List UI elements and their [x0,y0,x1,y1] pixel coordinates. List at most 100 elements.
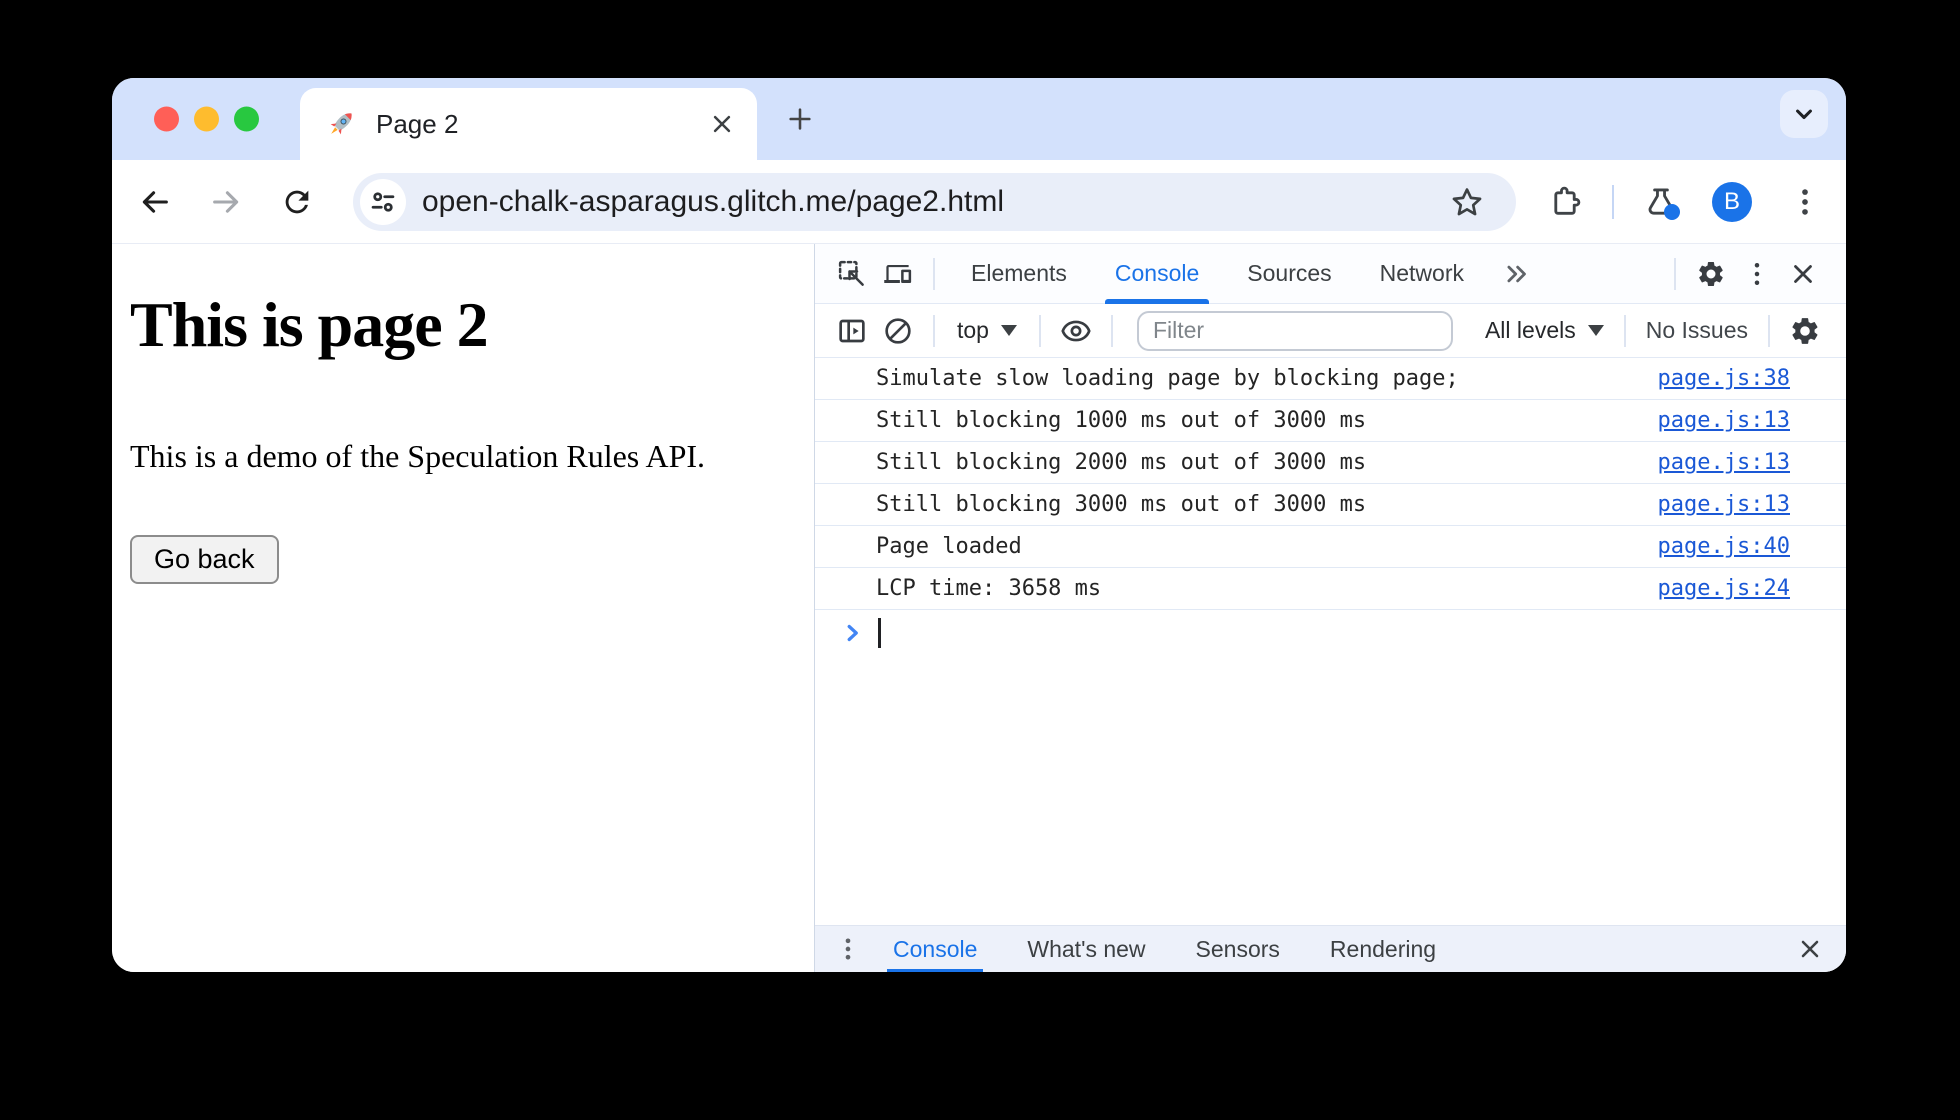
browser-toolbar: open-chalk-asparagus.glitch.me/page2.htm… [112,160,1846,244]
experiments-button[interactable] [1638,179,1684,225]
content-area: This is page 2 This is a demo of the Spe… [112,244,1846,972]
issues-counter[interactable]: No Issues [1638,317,1756,344]
extensions-button[interactable] [1542,179,1588,225]
source-link[interactable]: page.js:24 [1658,576,1790,601]
url-text[interactable]: open-chalk-asparagus.glitch.me/page2.htm… [422,185,1450,219]
address-bar[interactable]: open-chalk-asparagus.glitch.me/page2.htm… [353,172,1516,231]
drawer-tab-rendering[interactable]: Rendering [1324,926,1442,973]
tab-label: Console [893,935,978,962]
browser-tab[interactable]: Page 2 [300,88,757,160]
console-prompt[interactable] [815,610,1846,656]
console-sidebar-button[interactable] [829,308,875,354]
drawer-tab-console[interactable]: Console [887,926,984,972]
console-message: Still blocking 2000 ms out of 3000 ms pa… [815,442,1846,484]
toolbar-divider [1612,184,1614,219]
kebab-menu-icon [1802,188,1808,215]
tab-label: Network [1379,260,1464,286]
browser-menu-button[interactable] [1782,179,1828,225]
site-settings-icon [371,191,395,212]
forward-button[interactable] [203,179,249,225]
site-settings-button[interactable] [360,178,406,225]
devtools-tab-network[interactable]: Network [1370,244,1474,304]
execution-context-selector[interactable]: top [947,317,1027,344]
live-expression-button[interactable] [1053,308,1099,354]
devtools-tab-elements[interactable]: Elements [961,244,1077,304]
web-page: This is page 2 This is a demo of the Spe… [112,244,814,972]
device-toolbar-button[interactable] [875,251,921,297]
console-toolbar: top All levels [815,304,1846,358]
message-text: Simulate slow loading page by blocking p… [876,366,1459,391]
devtools-divider [933,314,935,347]
tab-label: Rendering [1329,935,1437,962]
devtools-tab-console[interactable]: Console [1104,244,1210,304]
device-toolbar-icon [884,264,912,283]
drawer-tab-whats-new[interactable]: What's new [1021,926,1151,973]
new-tab-button[interactable] [776,95,824,143]
drawer-close-button[interactable] [1790,929,1830,969]
inspect-element-button[interactable] [829,251,875,297]
drawer-menu-button[interactable] [828,929,868,969]
console-filter-input[interactable] [1136,310,1453,351]
tab-title: Page 2 [376,108,459,139]
clear-console-icon [885,317,911,344]
minimize-window-button[interactable] [194,106,219,132]
close-window-button[interactable] [154,106,179,132]
text-cursor [878,618,881,648]
page-paragraph: This is a demo of the Speculation Rules … [130,438,706,474]
page-heading: This is page 2 [130,289,489,360]
source-link[interactable]: page.js:13 [1658,492,1790,517]
kebab-menu-icon [845,938,851,960]
devtools-close-button[interactable] [1780,251,1826,297]
go-back-button[interactable]: Go back [130,535,279,584]
tab-label: Sensors [1195,935,1280,962]
tab-search-button[interactable] [1780,90,1828,138]
console-messages: Simulate slow loading page by blocking p… [815,358,1846,925]
message-text: Still blocking 3000 ms out of 3000 ms [876,492,1367,517]
devtools-settings-button[interactable] [1688,251,1734,297]
source-link[interactable]: page.js:13 [1658,408,1790,433]
devtools-divider [933,257,935,290]
message-text: Still blocking 2000 ms out of 3000 ms [876,450,1367,475]
kebab-menu-icon [1754,262,1760,285]
back-arrow-icon [142,190,168,213]
message-text: LCP time: 3658 ms [876,576,1102,601]
back-button[interactable] [132,179,178,225]
levels-label: All levels [1484,317,1576,343]
dropdown-caret-icon [1000,325,1017,336]
inspect-cursor-icon [838,260,864,286]
devtools-tab-sources[interactable]: Sources [1237,244,1341,304]
tab-close-icon[interactable] [707,109,737,139]
plus-icon [789,108,811,130]
context-label: top [957,317,989,343]
eye-icon [1061,320,1091,341]
profile-avatar[interactable]: B [1712,181,1752,222]
source-link[interactable]: page.js:38 [1658,366,1790,391]
console-settings-button[interactable] [1782,308,1828,354]
message-text: Page loaded [876,534,1022,559]
log-levels-selector[interactable]: All levels [1477,317,1612,344]
puzzle-icon [1554,186,1581,215]
source-link[interactable]: page.js:40 [1658,534,1790,559]
console-message: Page loaded page.js:40 [815,526,1846,568]
reload-button[interactable] [274,179,320,225]
devtools-divider [1768,314,1770,347]
double-chevron-icon [1507,265,1526,282]
more-tabs-button[interactable] [1494,251,1540,297]
tab-strip: Page 2 [112,78,1846,160]
source-link[interactable]: page.js:13 [1658,450,1790,475]
close-icon [1794,264,1812,283]
close-icon [1801,940,1819,958]
console-message: Still blocking 1000 ms out of 3000 ms pa… [815,400,1846,442]
zoom-window-button[interactable] [234,106,259,132]
gear-icon [1699,261,1723,286]
tab-label: Console [1114,260,1200,286]
console-message: LCP time: 3658 ms page.js:24 [815,568,1846,610]
devtools-divider [1623,314,1626,347]
gear-icon [1792,317,1818,344]
devtools-menu-button[interactable] [1734,251,1780,297]
drawer-tab-sensors[interactable]: Sensors [1190,926,1286,973]
bookmark-star-icon[interactable] [1450,185,1484,219]
devtools-divider [1674,257,1676,290]
devtools-divider [1110,314,1113,347]
clear-console-button[interactable] [875,308,921,354]
